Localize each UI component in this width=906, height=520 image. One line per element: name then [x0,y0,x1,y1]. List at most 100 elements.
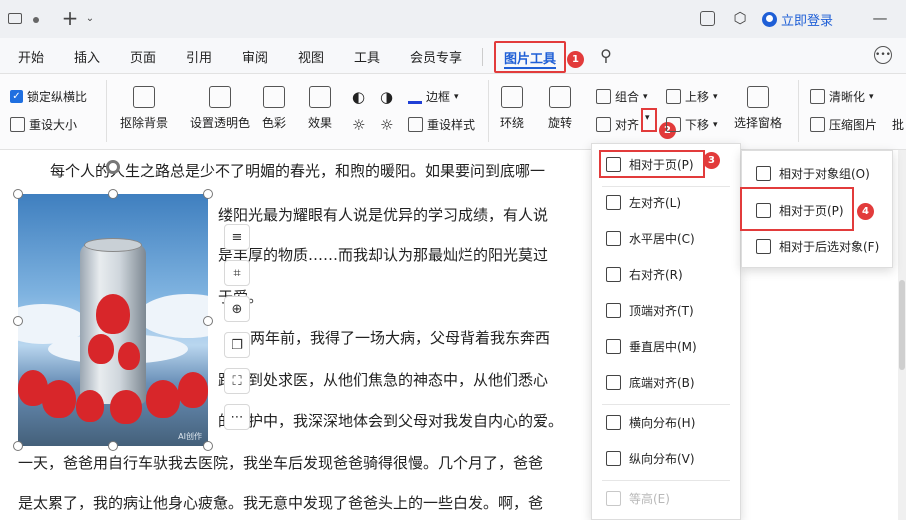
select-pane-icon [747,86,769,108]
reset-style-button[interactable]: 重设样式 [408,116,475,133]
menu-item-align-center[interactable]: 水平居中(C) [606,230,695,247]
scroll-thumb[interactable] [899,280,905,370]
rotate-handle[interactable] [106,160,120,174]
resize-handle[interactable] [13,441,23,451]
window-icon[interactable] [8,13,22,24]
move-up-button[interactable]: 上移 ▾ [666,88,718,105]
sharpen-button[interactable]: 清晰化 ▾ [810,88,874,105]
effect-button[interactable]: 效果 [308,86,332,131]
menu-item-label: 垂直居中(M) [629,340,697,354]
capture-tool-button[interactable]: ⛶ [224,368,250,394]
wrap-button[interactable]: 环绕 [500,86,524,131]
user-icon [762,12,777,27]
align-button[interactable]: 对齐 [596,116,639,133]
group-button[interactable]: 组合 ▾ [596,88,648,105]
brightness-button[interactable]: ◐ [352,88,365,106]
lock-ratio-checkbox[interactable]: ✓ 锁定纵横比 [10,88,87,105]
select-pane-button[interactable]: 选择窗格 [734,86,782,131]
menu-tools[interactable]: 工具 [354,47,380,66]
doc-line-5: 两年前，我得了一场大病，父母背着我东奔西 [250,329,551,347]
menu-review[interactable]: 审阅 [242,47,268,66]
menu-item-align-right[interactable]: 右对齐(R) [606,266,683,283]
menu-picture-tools-label: 图片工具 [504,52,557,67]
vertical-scrollbar[interactable] [898,150,906,520]
copy-tool-button[interactable]: ❐ [224,332,250,358]
cloud [138,294,208,338]
resize-handle[interactable] [203,441,213,451]
more-tool-button[interactable]: ⋯ [224,404,250,430]
move-up-label: 上移 [685,90,710,104]
doc-line-8: 一天，爸爸用自行车驮我去医院，我坐车后发现爸爸骑得很慢。几个月了，爸爸 [18,454,544,472]
minimize-icon[interactable]: — [872,9,888,27]
resize-handle[interactable] [108,189,118,199]
compress-button[interactable]: 压缩图片 [810,116,877,133]
color-button[interactable]: 色彩 [262,86,286,131]
menu-item-relative-selected[interactable]: 相对于后选对象(F) [756,238,879,255]
menu-item-distribute-h[interactable]: 横向分布(H) [606,414,695,431]
brightness-up-button[interactable]: ☼ [380,116,393,134]
sidebar-toggle-icon[interactable] [700,11,715,26]
set-transparent-button[interactable]: 设置透明色 [190,86,250,131]
strawberry [146,380,180,418]
contrast-button[interactable]: ◑ [380,88,393,106]
highlight-box-4 [740,187,854,231]
menu-insert[interactable]: 插入 [74,47,100,66]
remove-bg-button[interactable]: 抠除背景 [120,86,168,131]
resize-handle[interactable] [13,189,23,199]
align-label: 对齐 [615,118,640,132]
cube-icon[interactable]: ⬡ [731,9,749,27]
menu-home[interactable]: 开始 [18,47,44,66]
menu-divider [482,48,483,66]
distribute-v-icon [606,451,621,466]
pen-icon [408,90,422,104]
resize-handle[interactable] [13,316,23,326]
menu-item-distribute-v[interactable]: 纵向分布(V) [606,450,695,467]
selected-image[interactable]: AI创作 [18,194,208,446]
wrap-label: 环绕 [500,116,525,130]
check-icon: ✓ [10,90,23,103]
search-icon[interactable]: ⚲ [596,45,616,65]
align-dropdown-arrow[interactable]: ▾ [641,108,657,132]
zoom-tool-button[interactable]: ⊕ [224,296,250,322]
resize-handle[interactable] [203,189,213,199]
strawberry [96,294,130,334]
ribbon-divider [798,80,799,142]
menu-member[interactable]: 会员专享 [410,47,462,66]
menu-view[interactable]: 视图 [298,47,324,66]
strawberry [42,380,76,418]
strawberry [88,334,114,364]
login-button[interactable]: 立即登录 [762,10,833,29]
ribbon-divider [488,80,489,142]
resize-handle[interactable] [203,316,213,326]
chat-icon[interactable]: ••• [874,46,892,64]
menu-item-align-middle[interactable]: 垂直居中(M) [606,338,697,355]
remove-bg-icon [133,86,155,108]
group-object-icon [756,166,771,181]
wrap-tool-button[interactable]: ≡ [224,224,250,250]
brightness-down-button[interactable]: ☼ [352,116,365,134]
menu-item-label: 底端对齐(B) [629,376,695,390]
equal-height-icon [606,491,621,506]
menu-item-align-bottom[interactable]: 底端对齐(B) [606,374,695,391]
menu-picture-tools[interactable]: 图片工具 [494,41,566,73]
menu-reference[interactable]: 引用 [186,47,212,66]
batch-button[interactable]: 批 [892,116,904,133]
compress-label: 压缩图片 [829,118,878,132]
border-button[interactable]: 边框 ▾ [408,88,459,105]
menu-page[interactable]: 页面 [130,47,156,66]
menu-item-align-top[interactable]: 顶端对齐(T) [606,302,694,319]
rotate-button[interactable]: 旋转 [548,86,572,131]
move-down-button[interactable]: 下移 ▾ [666,116,718,133]
chevron-down-icon[interactable]: ⌄ [84,10,96,26]
chevron-down-icon: ▾ [713,91,718,102]
menu-item-relative-group[interactable]: 相对于对象组(O) [756,165,870,182]
align-dropdown: 相对于页(P) 左对齐(L) 水平居中(C) 右对齐(R) 顶端对齐(T) 垂直… [591,143,741,520]
new-tab-button[interactable]: + [60,6,80,30]
crop-tool-button[interactable]: ⌗ [224,260,250,286]
resize-handle[interactable] [108,441,118,451]
align-middle-icon [606,339,621,354]
dot-icon [33,17,39,23]
menu-item-align-left[interactable]: 左对齐(L) [606,194,681,211]
reset-size-button[interactable]: 重设大小 [10,116,77,133]
strawberry [110,390,142,424]
